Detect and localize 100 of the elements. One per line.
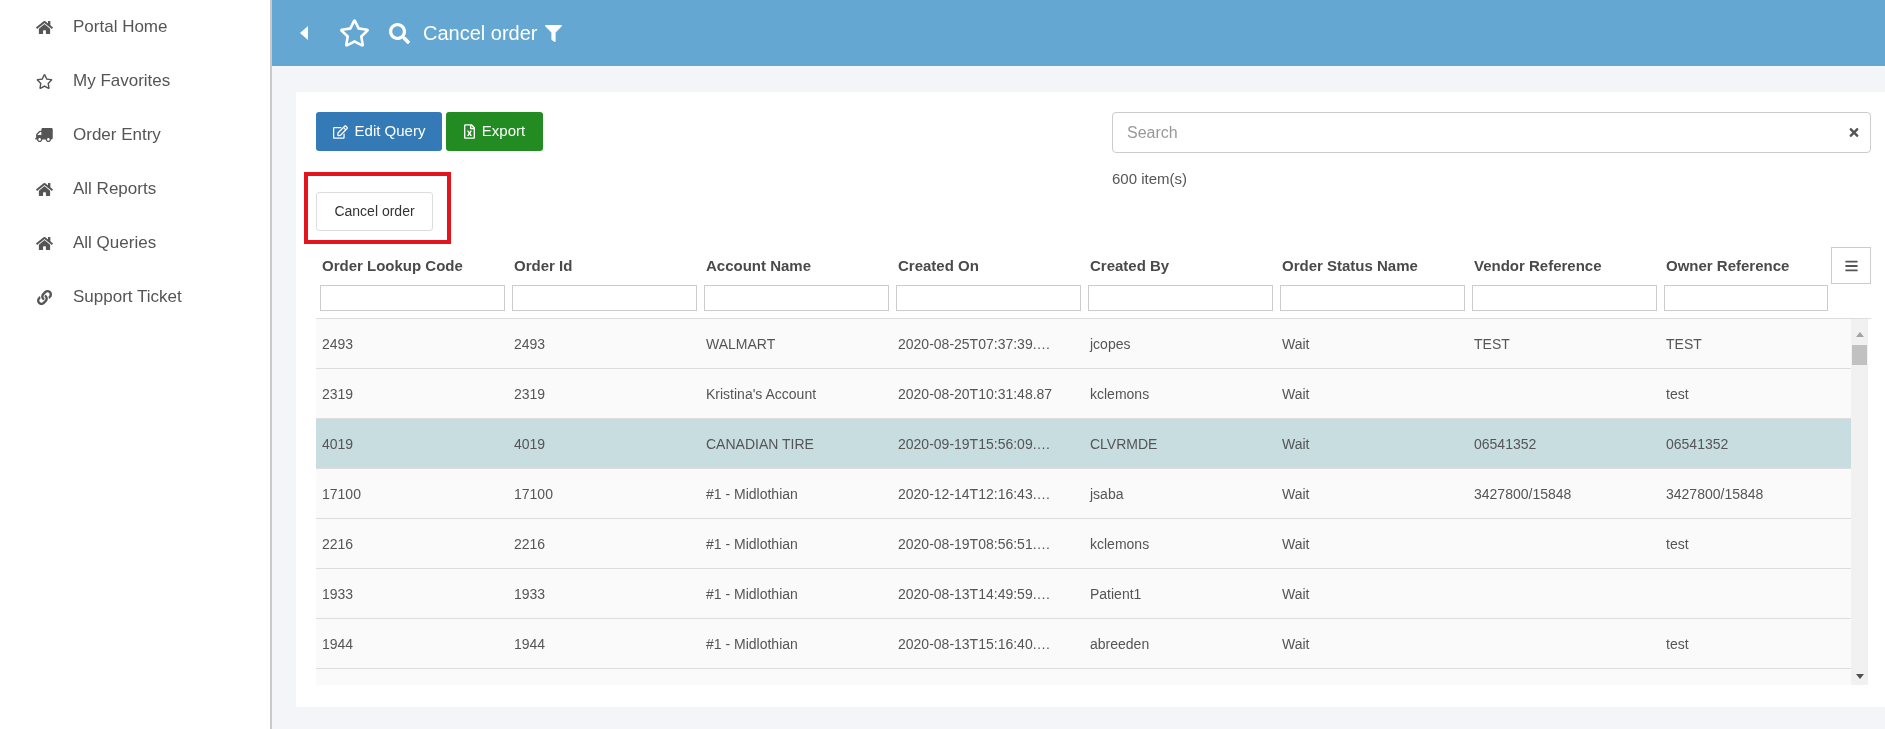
column-header[interactable]: Account Name	[700, 256, 812, 276]
table-cell: 2319	[322, 385, 354, 402]
table-row[interactable]: 2216 2216 #1 - Midlothian 2020-08-19T08:56:51.… kclemons Wait test	[316, 519, 1851, 569]
table-cell: 2020-08-25T07:37:39.…	[898, 335, 1051, 352]
table-cell: 1944	[322, 635, 354, 652]
table-cell: 3427800/15848	[1474, 485, 1572, 502]
sidebar-item[interactable]: All Reports	[0, 162, 270, 216]
table-cell: WALMART	[706, 335, 776, 352]
table-cell: 2020-08-20T10:31:48.87	[898, 385, 1053, 402]
spreadsheet-file-icon	[463, 124, 475, 139]
table-cell: 2020-09-19T15:56:09.…	[898, 435, 1051, 452]
toolbar-button[interactable]: Edit Query	[316, 112, 442, 151]
table-cell: Wait	[1282, 435, 1310, 452]
column-header[interactable]: Created On	[892, 256, 979, 276]
home-icon	[35, 181, 53, 197]
column-header[interactable]: Owner Reference	[1660, 256, 1790, 276]
column-header[interactable]: Created By	[1084, 256, 1170, 276]
filter-field[interactable]	[1088, 285, 1273, 311]
sidebar-item[interactable]: Order Entry	[0, 108, 270, 162]
table-cell: 2493	[514, 335, 546, 352]
table-cell: 06541352	[1474, 435, 1537, 452]
item-count: 600 item(s)	[1112, 170, 1189, 188]
table-cell: 2020-12-14T12:16:43.…	[898, 485, 1051, 502]
table-cell: 17100	[514, 485, 553, 502]
table-cell: abreeden	[1090, 635, 1150, 652]
filter-field[interactable]	[1664, 285, 1828, 311]
table-cell: 4019	[322, 435, 354, 452]
column-header[interactable]: Order Status Name	[1276, 256, 1418, 276]
table-cell: kclemons	[1090, 535, 1150, 552]
table-cell: #1 - Midlothian	[706, 635, 798, 652]
table-cell: Patient1	[1090, 585, 1142, 602]
table-row[interactable]: 2493 2493 WALMART 2020-08-25T07:37:39.… jcopes Wait TEST TEST	[316, 319, 1851, 369]
table-cell: kclemons	[1090, 385, 1150, 402]
table-cell: Wait	[1282, 535, 1310, 552]
filter-field[interactable]	[896, 285, 1081, 311]
table-cell: test	[1666, 635, 1689, 652]
column-header[interactable]: Order Lookup Code	[316, 256, 463, 276]
edit-icon	[332, 124, 348, 139]
star-icon[interactable]	[339, 19, 370, 47]
truck-icon	[35, 128, 53, 142]
filter-field[interactable]	[512, 285, 697, 311]
table-cell: 4019	[514, 435, 546, 452]
table-row[interactable]: 4019 4019 CANADIAN TIRE 2020-09-19T15:56:09.… CLVRMDE Wait 06541352 06541352	[316, 419, 1851, 469]
table-cell: Wait	[1282, 485, 1310, 502]
scrollbar-thumb[interactable]	[1852, 345, 1867, 365]
filter-field[interactable]	[704, 285, 889, 311]
table-cell: Wait	[1282, 585, 1310, 602]
collapse-caret-icon[interactable]	[300, 26, 308, 40]
table-cell: 2020-08-13T14:49:59.…	[898, 585, 1051, 602]
table-cell: TEST	[1666, 335, 1702, 352]
sidebar-item[interactable]: Support Ticket	[0, 270, 270, 324]
home-icon	[35, 19, 53, 35]
table-cell: 2216	[514, 535, 546, 552]
scrollbar[interactable]	[1851, 319, 1868, 685]
table-cell: test	[1666, 535, 1689, 552]
table-cell: test	[1666, 385, 1689, 402]
table-cell: Wait	[1282, 635, 1310, 652]
table-cell: #1 - Midlothian	[706, 585, 798, 602]
table-cell: jcopes	[1090, 335, 1131, 352]
table-row[interactable]: 17100 17100 #1 - Midlothian 2020-12-14T12:16:43.… jsaba Wait 3427800/15848 3427800/15848	[316, 469, 1851, 519]
table-cell: 3427800/15848	[1666, 485, 1764, 502]
table-cell: 1933	[322, 585, 354, 602]
column-header[interactable]: Order Id	[508, 256, 573, 276]
filter-field[interactable]	[320, 285, 505, 311]
search-icon[interactable]	[389, 22, 410, 44]
sidebar-item[interactable]: My Favorites	[0, 54, 270, 108]
action-button[interactable]: Cancel order	[316, 192, 433, 231]
table-cell: #1 - Midlothian	[706, 535, 798, 552]
sidebar-item[interactable]: Portal Home	[0, 0, 270, 54]
table-cell: 2020-08-19T08:56:51.…	[898, 535, 1051, 552]
table-cell: CANADIAN TIRE	[706, 435, 814, 452]
scroll-up-arrow-icon[interactable]	[1855, 332, 1864, 337]
table-cell: Wait	[1282, 335, 1310, 352]
filter-field[interactable]	[1280, 285, 1465, 311]
table-cell: TEST	[1474, 335, 1510, 352]
table-cell: Wait	[1282, 385, 1310, 402]
page-title: Cancel order	[423, 21, 538, 46]
menu-button[interactable]	[1831, 247, 1871, 284]
toolbar-button[interactable]: Export	[446, 112, 543, 151]
table-cell: 06541352	[1666, 435, 1729, 452]
table-cell: 2319	[514, 385, 546, 402]
table-cell: 1944	[514, 635, 546, 652]
table-row[interactable]: 1944 1944 #1 - Midlothian 2020-08-13T15:16:40.… abreeden Wait test	[316, 619, 1851, 669]
table-row[interactable]: 1933 1933 #1 - Midlothian 2020-08-13T14:49:59.… Patient1 Wait	[316, 569, 1851, 619]
scroll-down-arrow-icon[interactable]	[1855, 674, 1864, 679]
filter-field[interactable]	[1472, 285, 1657, 311]
menu-icon	[1843, 258, 1859, 273]
filter-icon[interactable]	[544, 24, 562, 42]
search-field[interactable]: Search	[1112, 112, 1871, 153]
link-icon	[36, 289, 52, 305]
table-cell: CLVRMDE	[1090, 435, 1158, 452]
close-icon[interactable]	[1849, 126, 1859, 139]
column-header[interactable]: Vendor Reference	[1468, 256, 1602, 276]
table-cell: 1933	[514, 585, 546, 602]
table-cell: Kristina's Account	[706, 385, 817, 402]
sidebar-item[interactable]: All Queries	[0, 216, 270, 270]
table-cell: 2216	[322, 535, 354, 552]
table-row[interactable]: 2319 2319 Kristina's Account 2020-08-20T10:31:48.87 kclemons Wait test	[316, 369, 1851, 419]
home-icon	[35, 235, 53, 251]
table-cell: 17100	[322, 485, 361, 502]
